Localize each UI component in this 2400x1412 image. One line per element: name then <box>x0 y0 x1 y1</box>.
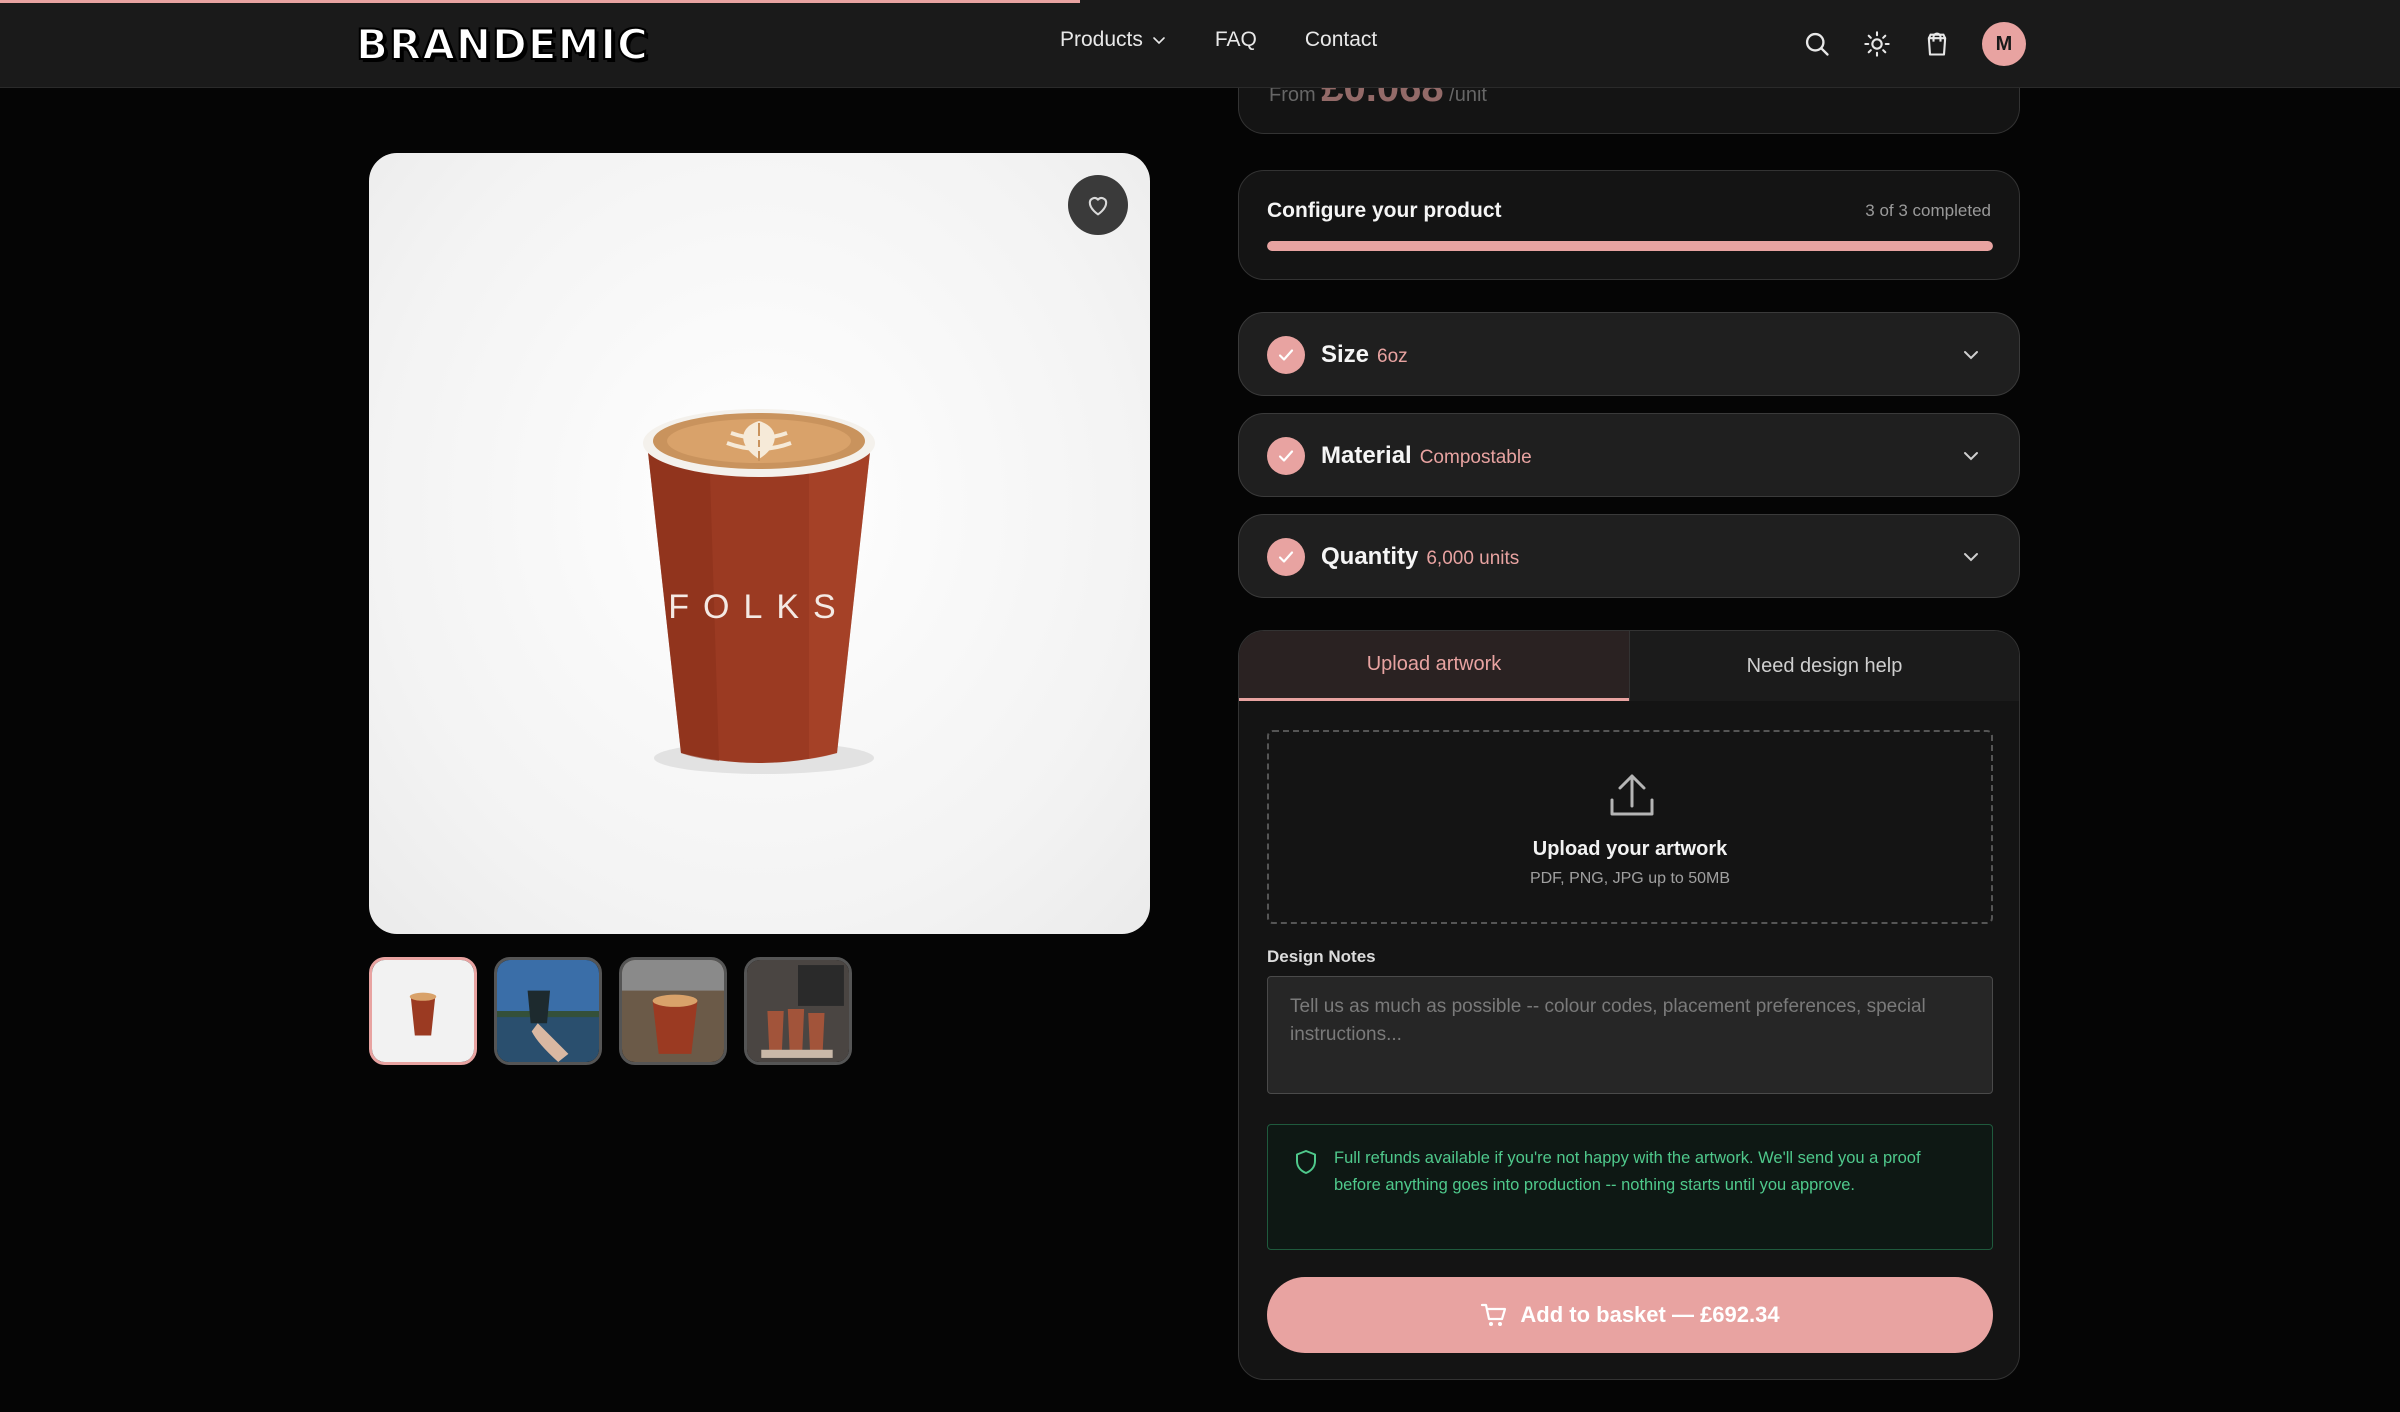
thumbnail-2[interactable] <box>494 957 602 1065</box>
check-icon <box>1267 336 1305 374</box>
check-icon <box>1267 538 1305 576</box>
tab-need-design-help[interactable]: Need design help <box>1629 631 2019 701</box>
chevron-down-icon <box>1153 37 1165 45</box>
configure-progress-bar <box>1267 241 1993 251</box>
configure-progress-card: Configure your product 3 of 3 completed <box>1238 170 2020 280</box>
dropzone-subtitle: PDF, PNG, JPG up to 50MB <box>1529 870 1731 887</box>
option-quantity[interactable]: Quantity 6,000 units <box>1238 514 2020 598</box>
cart-icon <box>1481 1303 1507 1326</box>
site-header: BRANDEMIC Products FAQ Contact M <box>0 0 2400 88</box>
store-thumbnail-image <box>747 960 849 1062</box>
configure-progress-fill <box>1267 241 1993 251</box>
user-avatar[interactable]: M <box>1982 22 2026 66</box>
refund-notice-text: Full refunds available if you're not hap… <box>1334 1149 1921 1194</box>
cart-icon <box>1927 32 1947 56</box>
chevron-down-icon <box>1964 351 1978 360</box>
configure-status: 3 of 3 completed <box>1865 201 1991 220</box>
check-icon <box>1267 437 1305 475</box>
option-quantity-value: 6,000 units <box>1426 548 1520 569</box>
configure-title: Configure your product <box>1267 199 1502 222</box>
thumbnail-4[interactable] <box>744 957 852 1065</box>
page-progress-bar <box>0 0 1080 3</box>
dropzone-title: Upload your artwork <box>1532 838 1728 860</box>
design-notes-label: Design Notes <box>1267 947 1376 966</box>
option-size-label: Size 6oz <box>1321 341 1408 368</box>
add-to-basket-button[interactable]: Add to basket — £692.34 <box>1267 1277 1993 1353</box>
cup-thumbnail-image <box>372 960 474 1062</box>
coffee-cup-image: FOLKS <box>643 409 875 774</box>
cart-button[interactable] <box>1922 22 1952 66</box>
favourite-button[interactable] <box>1068 175 1128 235</box>
option-size-value: 6oz <box>1377 346 1408 367</box>
thumbnail-strip <box>369 957 852 1065</box>
search-icon <box>1805 32 1829 56</box>
thumbnail-3[interactable] <box>619 957 727 1065</box>
nav-products[interactable]: Products <box>1060 28 1167 52</box>
header-actions: M <box>1802 22 2026 66</box>
brand-logo[interactable]: BRANDEMIC <box>355 19 649 70</box>
tab-upload-artwork[interactable]: Upload artwork <box>1239 631 1629 701</box>
upload-icon <box>1610 774 1654 816</box>
table-thumbnail-image <box>622 960 724 1062</box>
option-material-label: Material Compostable <box>1321 442 1532 469</box>
search-button[interactable] <box>1802 22 1832 66</box>
chevron-down-icon <box>1964 452 1978 461</box>
thumbnail-1[interactable] <box>369 957 477 1065</box>
artwork-dropzone[interactable]: Upload your artwork PDF, PNG, JPG up to … <box>1267 730 1993 924</box>
nav-faq[interactable]: FAQ <box>1215 28 1257 52</box>
cup-print-text: FOLKS <box>668 588 849 626</box>
nav-products-label: Products <box>1060 28 1143 51</box>
option-material[interactable]: Material Compostable <box>1238 413 2020 497</box>
design-notes-input[interactable] <box>1267 976 1993 1094</box>
add-to-basket-label: Add to basket — £692.34 <box>1520 1302 1780 1327</box>
option-material-value: Compostable <box>1419 447 1532 468</box>
chevron-down-icon <box>1964 553 1978 562</box>
lake-thumbnail-image <box>497 960 599 1062</box>
theme-toggle-button[interactable] <box>1862 22 1892 66</box>
nav-contact[interactable]: Contact <box>1305 28 1377 52</box>
artwork-card: Upload artwork Need design help Upload y… <box>1238 630 2020 1380</box>
option-size[interactable]: Size 6oz <box>1238 312 2020 396</box>
option-quantity-label: Quantity 6,000 units <box>1321 543 1520 570</box>
main-nav: Products FAQ Contact <box>1060 28 1377 52</box>
refund-notice: Full refunds available if you're not hap… <box>1267 1124 1993 1250</box>
shield-icon <box>1296 1150 1316 1174</box>
heart-icon <box>1088 197 1108 216</box>
sun-icon <box>1864 31 1890 57</box>
artwork-tabs: Upload artwork Need design help <box>1239 631 2019 701</box>
product-main-image: FOLKS <box>369 153 1150 934</box>
